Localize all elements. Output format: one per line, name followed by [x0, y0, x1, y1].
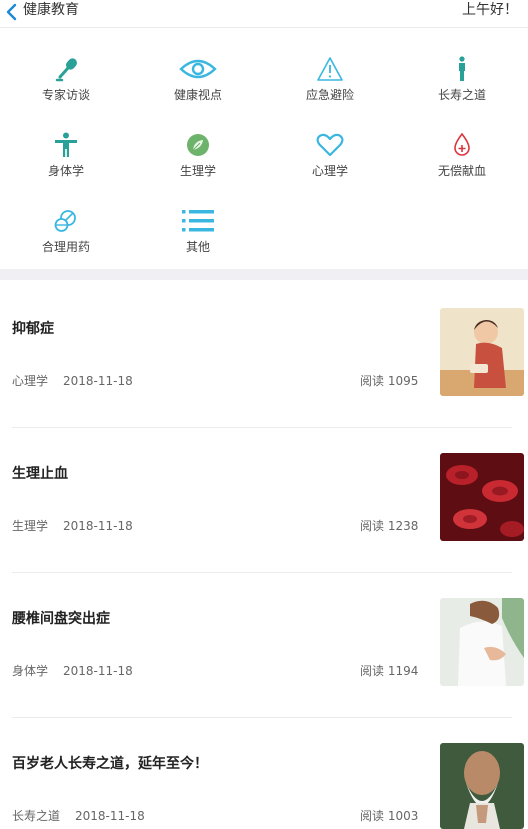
microphone-icon — [46, 52, 86, 86]
leaf-icon — [178, 128, 218, 162]
article-date: 2018-11-18 — [63, 664, 133, 678]
category-physiology[interactable]: 生理学 — [132, 128, 264, 198]
article-item[interactable]: 百岁老人长寿之道，延年至今！ 长寿之道 2018-11-18 阅读 1003 — [0, 723, 528, 829]
category-label: 无偿献血 — [437, 164, 486, 178]
category-grid: 专家访谈 健康视点 应急避险 长寿之道 身体学 生理学 心理学 无偿献血 合理用… — [0, 28, 528, 269]
page-title: 健康教育 — [23, 2, 79, 18]
section-separator — [0, 269, 528, 280]
article-read-count: 阅读 1003 — [360, 809, 419, 823]
list-icon — [178, 204, 218, 238]
category-label: 生理学 — [179, 164, 216, 178]
article-category: 身体学 — [12, 664, 49, 678]
article-date: 2018-11-18 — [63, 519, 133, 533]
category-expert-interview[interactable]: 专家访谈 — [0, 52, 132, 122]
article-category: 生理学 — [12, 519, 49, 533]
person-standing-icon — [442, 52, 482, 86]
eye-icon — [178, 52, 218, 86]
category-label: 长寿之道 — [437, 88, 486, 102]
category-medication[interactable]: 合理用药 — [0, 204, 132, 274]
back-arrow-icon[interactable] — [4, 2, 20, 22]
category-label: 心理学 — [311, 164, 348, 178]
article-read-count: 阅读 1238 — [360, 519, 419, 533]
article-item[interactable]: 腰椎间盘突出症 身体学 2018-11-18 阅读 1194 — [0, 578, 528, 723]
category-health-viewpoint[interactable]: 健康视点 — [132, 52, 264, 122]
article-date: 2018-11-18 — [75, 809, 145, 823]
article-thumbnail — [440, 598, 524, 686]
article-title: 抑郁症 — [12, 321, 54, 337]
article-meta: 身体学 2018-11-18 — [12, 664, 133, 678]
article-meta: 生理学 2018-11-18 — [12, 519, 133, 533]
warning-icon — [310, 52, 350, 86]
category-blood-donation[interactable]: 无偿献血 — [396, 128, 528, 198]
category-label: 专家访谈 — [41, 88, 90, 102]
heart-icon — [310, 128, 350, 162]
category-other[interactable]: 其他 — [132, 204, 264, 274]
article-thumbnail — [440, 453, 524, 541]
article-category: 长寿之道 — [12, 809, 61, 823]
category-label: 其他 — [185, 240, 210, 254]
top-bar: 健康教育 上午好！ — [0, 0, 528, 28]
category-label: 健康视点 — [173, 88, 222, 102]
list-divider — [12, 572, 512, 573]
pills-icon — [46, 204, 86, 238]
article-title: 腰椎间盘突出症 — [12, 611, 110, 627]
article-title: 生理止血 — [12, 466, 68, 482]
category-longevity[interactable]: 长寿之道 — [396, 52, 528, 122]
article-read-count: 阅读 1194 — [360, 664, 419, 678]
article-title: 百岁老人长寿之道，延年至今！ — [12, 756, 208, 772]
article-read-count: 阅读 1095 — [360, 374, 419, 388]
category-label: 身体学 — [47, 164, 84, 178]
greeting-text: 上午好！ — [462, 2, 518, 18]
article-thumbnail — [440, 743, 524, 829]
article-thumbnail — [440, 308, 524, 396]
category-label: 合理用药 — [41, 240, 90, 254]
article-item[interactable]: 抑郁症 心理学 2018-11-18 阅读 1095 — [0, 288, 528, 433]
blood-drop-icon — [442, 128, 482, 162]
article-meta: 心理学 2018-11-18 — [12, 374, 133, 388]
category-emergency[interactable]: 应急避险 — [264, 52, 396, 122]
article-meta: 长寿之道 2018-11-18 — [12, 809, 145, 823]
category-psychology[interactable]: 心理学 — [264, 128, 396, 198]
list-divider — [12, 717, 512, 718]
category-label: 应急避险 — [305, 88, 354, 102]
list-divider — [12, 427, 512, 428]
body-icon — [46, 128, 86, 162]
article-category: 心理学 — [12, 374, 49, 388]
category-body[interactable]: 身体学 — [0, 128, 132, 198]
article-item[interactable]: 生理止血 生理学 2018-11-18 阅读 1238 — [0, 433, 528, 578]
article-date: 2018-11-18 — [63, 374, 133, 388]
